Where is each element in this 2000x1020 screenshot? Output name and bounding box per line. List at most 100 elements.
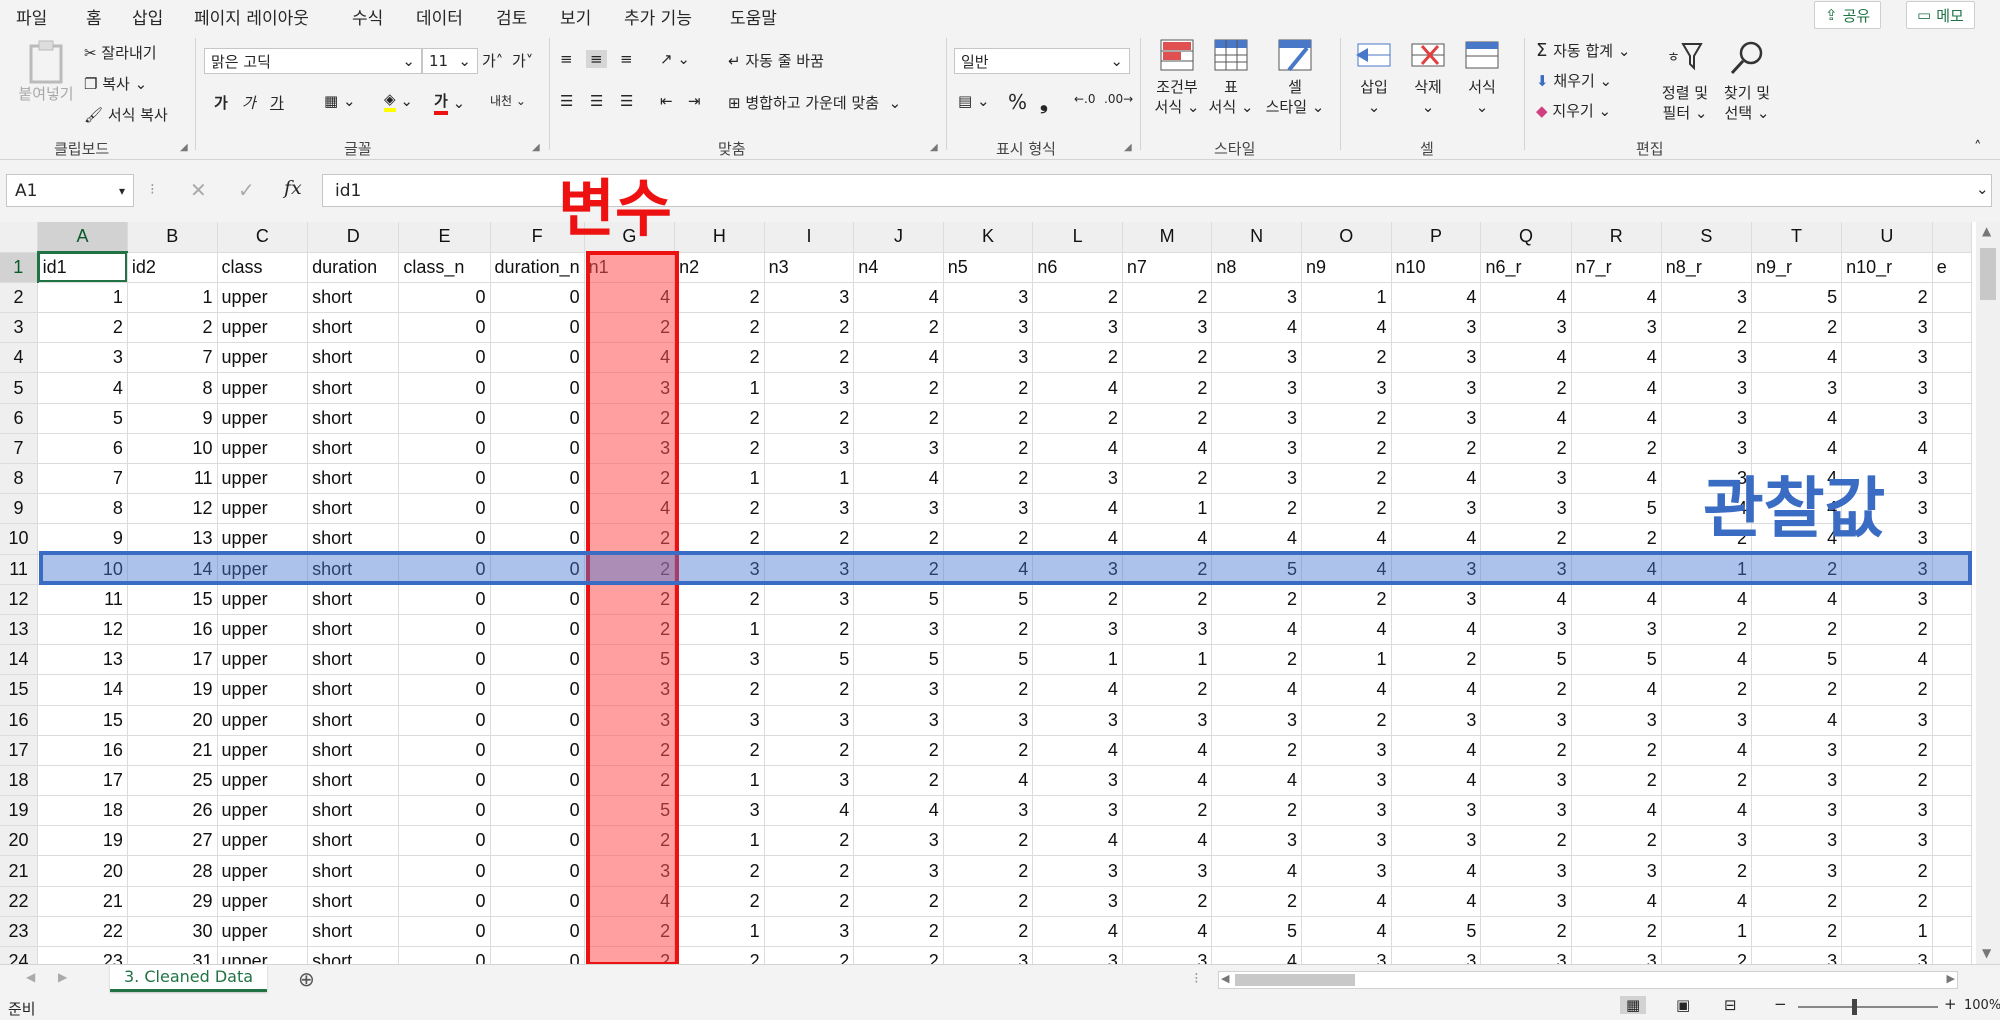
row-header[interactable]: 14 — [0, 644, 39, 676]
cell[interactable]: upper — [217, 705, 309, 736]
column-header[interactable]: D — [307, 222, 400, 253]
row-header[interactable]: 9 — [0, 493, 39, 525]
scroll-up-icon[interactable]: ▲ — [1982, 224, 1991, 238]
increase-decimal-button[interactable]: ←.0 — [1074, 92, 1096, 106]
cell[interactable]: upper — [217, 614, 309, 646]
cell[interactable]: 0 — [490, 312, 585, 344]
cell[interactable]: upper — [217, 795, 309, 827]
cell[interactable]: short — [307, 674, 400, 706]
cell[interactable]: 3 — [1841, 372, 1933, 404]
cell[interactable]: 2 — [1751, 312, 1843, 344]
normal-view-button[interactable]: ▦ — [1620, 996, 1647, 1014]
row-header[interactable]: 5 — [0, 372, 39, 404]
cell[interactable]: 2 — [853, 886, 944, 917]
cell[interactable]: 2 — [1661, 674, 1752, 706]
format-as-table-button[interactable]: 표 서식 ⌄ — [1206, 38, 1256, 117]
cell[interactable]: 1 — [1841, 916, 1933, 948]
cell[interactable]: 2 — [1211, 584, 1302, 615]
row-header[interactable]: 11 — [0, 554, 39, 585]
cell[interactable]: 2 — [764, 946, 855, 964]
increase-indent-button[interactable]: ⇥ — [688, 92, 701, 110]
cell[interactable]: n9_r — [1751, 252, 1843, 283]
cell[interactable]: 2 — [1122, 342, 1213, 374]
cell[interactable]: upper — [217, 765, 309, 797]
cell[interactable]: 3 — [1211, 705, 1302, 736]
cell[interactable]: duration_n — [490, 252, 585, 283]
column-header[interactable]: A — [37, 222, 128, 254]
cell[interactable]: 4 — [853, 795, 944, 827]
cell[interactable]: 2 — [37, 312, 128, 344]
cell[interactable]: 6 — [37, 433, 128, 465]
cell[interactable]: 4 — [1571, 463, 1662, 495]
cell[interactable]: 2 — [764, 735, 855, 766]
cell[interactable]: 2 — [1391, 433, 1482, 465]
cell[interactable]: 0 — [490, 523, 585, 555]
cell[interactable]: 26 — [127, 795, 218, 827]
cell[interactable]: 3 — [1032, 946, 1123, 964]
align-center-button[interactable]: ☰ — [590, 92, 603, 110]
cell[interactable]: 2 — [764, 674, 855, 706]
cell[interactable]: n5 — [943, 252, 1034, 283]
cell[interactable]: 3 — [674, 705, 765, 736]
cell[interactable] — [1932, 674, 1972, 706]
cell[interactable]: 2 — [943, 886, 1034, 917]
row-header[interactable]: 1 — [0, 252, 39, 283]
cell[interactable]: 0 — [490, 825, 585, 857]
cell[interactable]: 2 — [1122, 584, 1213, 615]
align-left-button[interactable]: ☰ — [560, 92, 573, 110]
cell[interactable]: 5 — [853, 584, 944, 615]
cell[interactable]: 1 — [1661, 916, 1752, 948]
cell[interactable]: 3 — [1391, 825, 1482, 857]
cell[interactable]: 13 — [37, 644, 128, 676]
percent-button[interactable]: % — [1008, 90, 1027, 114]
column-header[interactable]: L — [1032, 222, 1123, 253]
cell[interactable]: n7_r — [1571, 252, 1662, 283]
cell[interactable]: 3 — [1480, 946, 1572, 964]
cell[interactable]: 20 — [127, 705, 218, 736]
insert-cells-button[interactable]: 삽입 ⌄ — [1350, 38, 1398, 117]
cell[interactable]: 4 — [1661, 735, 1752, 766]
cell[interactable]: 4 — [1480, 403, 1572, 434]
cell[interactable]: 3 — [1032, 765, 1123, 797]
cell[interactable]: 4 — [1122, 916, 1213, 948]
cell[interactable]: 2 — [943, 855, 1034, 887]
cell[interactable]: 0 — [490, 493, 585, 525]
cell[interactable]: 0 — [398, 403, 491, 434]
cell[interactable]: 0 — [398, 855, 491, 887]
menu-item[interactable]: 추가 기능 — [624, 4, 692, 29]
cell[interactable]: 2 — [1122, 674, 1213, 706]
cell[interactable]: short — [307, 916, 400, 948]
cell[interactable]: 3 — [1841, 342, 1933, 374]
cell[interactable]: 0 — [490, 886, 585, 917]
cell[interactable]: 4 — [1391, 674, 1482, 706]
cell[interactable]: 4 — [1391, 282, 1482, 314]
fill-color-button[interactable]: ◈ ⌄ — [384, 90, 413, 112]
cell[interactable]: 2 — [1301, 584, 1392, 615]
cell[interactable]: 4 — [1571, 342, 1662, 374]
cell[interactable]: 3 — [1122, 855, 1213, 887]
cell[interactable]: short — [307, 493, 400, 525]
comma-button[interactable]: ❟ — [1040, 90, 1048, 114]
cell[interactable]: 5 — [37, 403, 128, 434]
dialog-launcher-icon[interactable]: ◢ — [930, 142, 938, 153]
conditional-formatting-button[interactable]: 조건부 서식 ⌄ — [1148, 38, 1206, 117]
cell[interactable]: 0 — [490, 795, 585, 827]
cell[interactable] — [1932, 342, 1972, 374]
cell[interactable]: 0 — [398, 282, 491, 314]
cell[interactable]: 0 — [490, 403, 585, 434]
cell[interactable]: 2 — [1841, 886, 1933, 917]
cell[interactable]: 27 — [127, 825, 218, 857]
cell[interactable]: n2 — [674, 252, 765, 283]
cell[interactable]: n8_r — [1661, 252, 1752, 283]
cell[interactable]: 4 — [853, 463, 944, 495]
cell[interactable]: 4 — [1122, 523, 1213, 555]
cell[interactable]: 3 — [1301, 795, 1392, 827]
cell[interactable]: 2 — [943, 403, 1034, 434]
cell[interactable]: 8 — [37, 493, 128, 525]
cell[interactable]: n4 — [853, 252, 944, 283]
cell[interactable]: 5 — [1571, 493, 1662, 525]
cell[interactable]: 2 — [853, 765, 944, 797]
cell[interactable]: 2 — [853, 312, 944, 344]
row-header[interactable]: 10 — [0, 523, 39, 555]
cell[interactable]: 9 — [37, 523, 128, 555]
